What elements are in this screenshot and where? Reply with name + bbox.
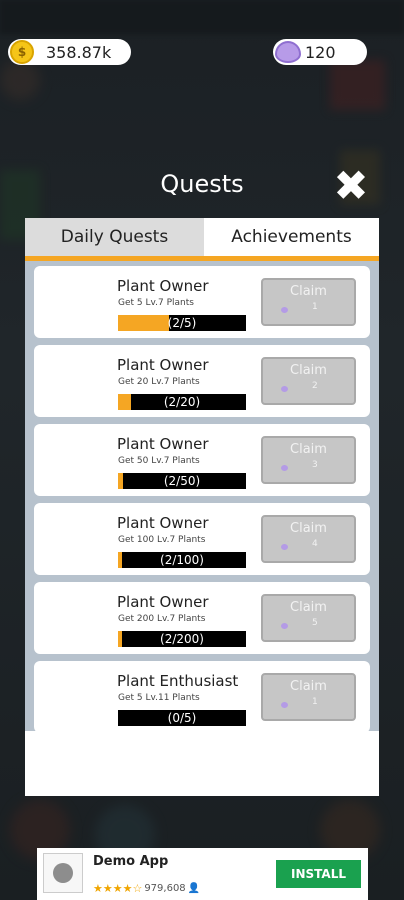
coin-value: 358.87k [46,42,112,62]
claim-reward: 1 [312,697,318,707]
background-hud-bar [0,0,404,34]
ad-rating: ★★★★☆ 979,608 👤 [93,882,200,895]
quest-description: Get 5 Lv.7 Plants [118,298,194,308]
quest-description: Get 20 Lv.7 Plants [118,377,200,387]
claim-label: Claim [290,521,327,536]
gem-value: 120 [305,42,336,62]
quests-panel: Daily Quests Achievements Plant Owner Ge… [25,218,379,796]
quest-progress-bar: (2/5) [118,315,246,331]
claim-button[interactable]: Claim 4 [261,515,356,563]
quest-title: Plant Owner [117,593,209,611]
quest-progress-bar: (2/200) [118,631,246,647]
gem-icon [281,702,288,708]
gem-icon [281,307,288,313]
quest-progress-text: (2/200) [160,632,204,646]
quest-card: Plant Owner Get 50 Lv.7 Plants (2/50) Cl… [34,424,370,496]
tab-bar: Daily Quests Achievements [25,218,379,256]
quest-progress-text: (2/5) [167,316,197,330]
quest-list[interactable]: Plant Owner Get 5 Lv.7 Plants (2/5) Clai… [25,261,379,731]
quest-card: Plant Owner Get 100 Lv.7 Plants (2/100) … [34,503,370,575]
quest-title: Plant Owner [117,277,209,295]
quest-title: Plant Owner [117,356,209,374]
user-icon: 👤 [187,883,201,894]
background-blur [0,60,40,100]
claim-label: Claim [290,363,327,378]
quest-progress-text: (2/100) [160,553,204,567]
gem-icon [281,465,288,471]
quest-description: Get 200 Lv.7 Plants [118,614,206,624]
quest-progress-bar: (2/50) [118,473,246,489]
claim-button[interactable]: Claim 1 [261,673,356,721]
claim-label: Claim [290,442,327,457]
claim-reward: 5 [312,618,318,628]
claim-label: Claim [290,284,327,299]
ad-banner[interactable]: Demo App ★★★★☆ 979,608 👤 INSTALL [37,848,368,900]
quest-card: Plant Owner Get 200 Lv.7 Plants (2/200) … [34,582,370,654]
background-blur [330,60,385,110]
install-button[interactable]: INSTALL [276,860,361,888]
claim-label: Claim [290,679,327,694]
claim-reward: 2 [312,381,318,391]
claim-button[interactable]: Claim 2 [261,357,356,405]
claim-reward: 4 [312,539,318,549]
ad-app-icon [43,853,83,893]
claim-button[interactable]: Claim 5 [261,594,356,642]
quest-progress-bar: (2/20) [118,394,246,410]
tab-daily-quests[interactable]: Daily Quests [25,218,204,256]
claim-button[interactable]: Claim 3 [261,436,356,484]
claim-label: Claim [290,600,327,615]
quest-title: Plant Owner [117,514,209,532]
coin-icon: $ [10,40,34,64]
quest-progress-bar: (0/5) [118,710,246,726]
quest-description: Get 50 Lv.7 Plants [118,456,200,466]
quest-card: Plant Enthusiast Get 5 Lv.11 Plants (0/5… [34,661,370,731]
quest-progress-text: (2/20) [163,395,201,409]
ad-app-name: Demo App [93,854,169,869]
quest-title: Plant Owner [117,435,209,453]
gem-icon [281,623,288,629]
gem-icon [275,41,301,63]
quest-card: Plant Owner Get 20 Lv.7 Plants (2/20) Cl… [34,345,370,417]
claim-reward: 1 [312,302,318,312]
gem-counter: 120 [273,39,367,65]
quest-title: Plant Enthusiast [117,672,239,690]
gem-icon [281,544,288,550]
quest-description: Get 5 Lv.11 Plants [118,693,200,703]
quest-card: Plant Owner Get 5 Lv.7 Plants (2/5) Clai… [34,266,370,338]
quest-progress-text: (2/50) [163,474,201,488]
quest-progress-text: (0/5) [167,711,197,725]
star-icon: ★★★★☆ [93,882,143,895]
gem-icon [281,386,288,392]
claim-button[interactable]: Claim 1 [261,278,356,326]
quest-progress-bar: (2/100) [118,552,246,568]
tab-achievements[interactable]: Achievements [204,218,379,256]
close-icon[interactable]: ✖ [331,165,371,207]
claim-reward: 3 [312,460,318,470]
quest-description: Get 100 Lv.7 Plants [118,535,206,545]
coin-counter: $ 358.87k [8,39,131,65]
ad-rating-count: 979,608 [144,883,186,894]
